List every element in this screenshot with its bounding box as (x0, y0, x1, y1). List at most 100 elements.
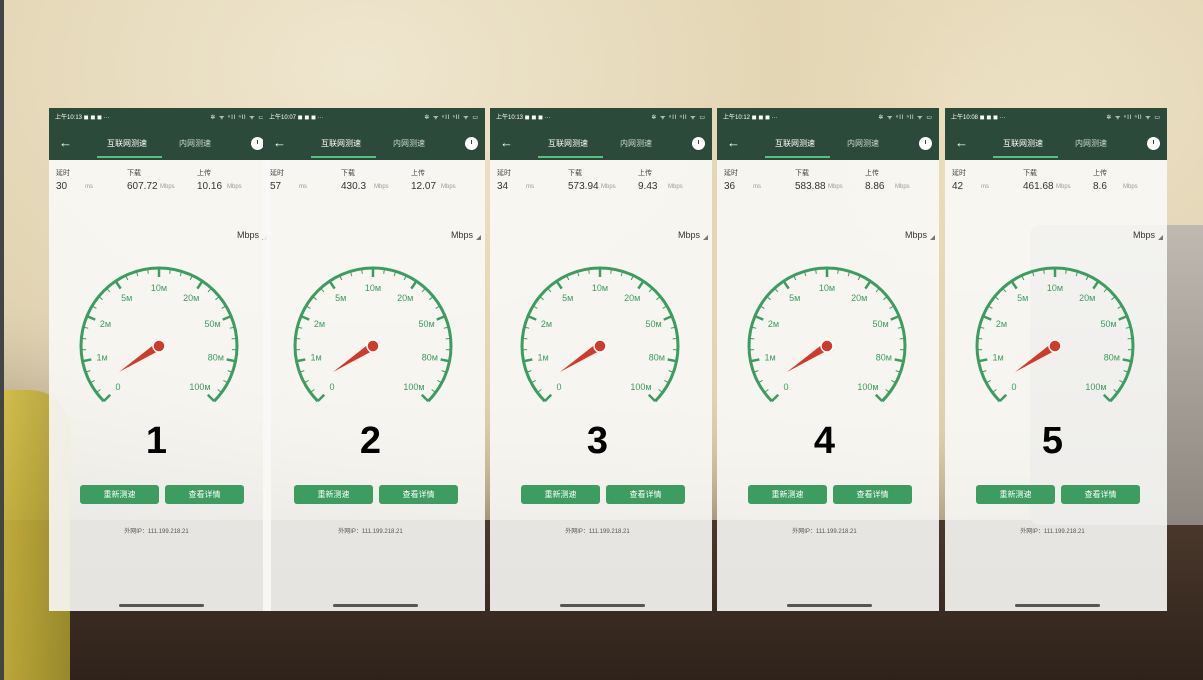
retest-button[interactable]: 重新测速 (294, 485, 373, 504)
upload-value: 9.43 (638, 181, 658, 192)
gauge-major-tick (982, 314, 992, 321)
upload-unit: Mbps (668, 184, 683, 190)
window-edge (0, 0, 4, 680)
unit-selector-dropdown[interactable]: Mbps (451, 230, 482, 240)
gauge-hub (366, 339, 380, 353)
gauge-minor-tick (421, 287, 426, 293)
upload-label: 上传 (197, 170, 211, 177)
download-label: 下载 (795, 170, 809, 177)
retest-button[interactable]: 重新测速 (521, 485, 600, 504)
speed-metrics: 延时 57 ms 下载 430.3 Mbps 上传 12.07 Mbps (263, 166, 478, 196)
back-arrow-icon[interactable]: ← (500, 135, 513, 151)
speed-metrics: 延时 36 ms 下载 583.88 Mbps 上传 8.86 Mbps (717, 166, 932, 196)
gauge-tick-label: 10м (819, 283, 835, 293)
tab-intranet-speed[interactable]: 内网测速 (847, 128, 879, 160)
gauge-major-tick (328, 280, 336, 290)
download-label: 下载 (127, 170, 141, 177)
retest-button[interactable]: 重新测速 (80, 485, 159, 504)
gauge-major-tick (226, 358, 236, 363)
unit-selector-dropdown[interactable]: Mbps (237, 230, 268, 240)
back-arrow-icon[interactable]: ← (955, 135, 968, 151)
gauge-tick-label: 20м (624, 293, 640, 303)
history-clock-icon[interactable] (919, 137, 932, 150)
gauge-major-tick (1118, 314, 1128, 321)
status-bar: 上午10:13 ◼ ◼ ◼ ··· ✲ ᯤ ⁿll ⁿll ᯤ ▭ (49, 108, 271, 128)
history-clock-icon[interactable] (692, 137, 705, 150)
gauge-major-tick (296, 358, 306, 363)
gauge-tick-label: 20м (1079, 293, 1095, 303)
gauge-major-tick (440, 358, 450, 363)
upload-label: 上传 (411, 170, 425, 177)
external-ip-text: 外网IP：111.199.218.21 (565, 529, 630, 535)
speed-metrics: 延时 42 ms 下载 461.68 Mbps 上传 8.6 Mbps (945, 166, 1160, 196)
gauge-minor-tick (648, 287, 653, 293)
retest-button[interactable]: 重新测速 (748, 485, 827, 504)
external-ip-text: 外网IP：111.199.218.21 (338, 529, 403, 535)
gauge-major-tick (754, 314, 764, 321)
gauge-hub (152, 339, 166, 353)
download-value: 461.68 (1023, 181, 1054, 192)
upload-unit: Mbps (895, 184, 910, 190)
gauge-major-tick (527, 314, 537, 321)
upload-value: 8.86 (865, 181, 885, 192)
gauge-major-tick (1092, 280, 1100, 290)
tab-intranet-speed[interactable]: 内网测速 (393, 128, 425, 160)
unit-selector-dropdown[interactable]: Mbps (678, 230, 709, 240)
unit-selector-dropdown[interactable]: Mbps (905, 230, 936, 240)
details-button[interactable]: 查看详情 (833, 485, 912, 504)
gauge-major-tick (86, 314, 96, 321)
upload-value: 12.07 (411, 181, 437, 192)
gauge-minor-tick (320, 287, 325, 293)
gauge-tick-label: 0 (783, 382, 788, 392)
download-label: 下载 (568, 170, 582, 177)
back-arrow-icon[interactable]: ← (273, 135, 286, 151)
gauge-major-tick (543, 393, 553, 403)
upload-value: 8.6 (1093, 181, 1107, 192)
download-label: 下载 (1023, 170, 1037, 177)
gauge-major-tick (647, 393, 657, 403)
gauge-hub (593, 339, 607, 353)
gauge-major-tick (82, 358, 92, 363)
status-icons: ✲ ᯤ ⁿll ⁿll ᯤ ▭ (878, 115, 933, 121)
gauge-major-tick (864, 280, 872, 290)
gauge-tick-label: 1м (311, 352, 322, 362)
speedtest-screenshot-2: 上午10:07 ◼ ◼ ◼ ··· ✲ ᯤ ⁿll ⁿll ᯤ ▭ ← 互联网测速 内网… (263, 108, 485, 611)
details-button[interactable]: 查看详情 (1061, 485, 1140, 504)
gauge-tick-label: 50м (204, 319, 220, 329)
gauge-major-tick (555, 280, 563, 290)
back-arrow-icon[interactable]: ← (59, 135, 72, 151)
upload-unit: Mbps (1123, 184, 1138, 190)
details-button[interactable]: 查看详情 (606, 485, 685, 504)
details-button[interactable]: 查看详情 (379, 485, 458, 504)
latency-label: 延时 (56, 170, 70, 177)
download-unit: Mbps (1056, 184, 1071, 190)
history-clock-icon[interactable] (1147, 137, 1160, 150)
tab-intranet-speed[interactable]: 内网测速 (179, 128, 211, 160)
latency-value: 34 (497, 181, 509, 192)
speed-gauge: 0 1м 2м 5м 10м 20м 50м 80м 100м (520, 266, 680, 403)
active-tab-indicator (993, 156, 1058, 158)
gauge-minor-tick (883, 296, 888, 301)
gauge-tick-label: 2м (100, 319, 111, 329)
download-unit: Mbps (374, 184, 389, 190)
status-time: 上午10:13 ◼ ◼ ◼ ··· (496, 115, 551, 121)
speedtest-screenshot-4: 上午10:12 ◼ ◼ ◼ ··· ✲ ᯤ ⁿll ⁿll ᯤ ▭ ← 互联网测速 内网… (717, 108, 939, 611)
history-clock-icon[interactable] (465, 137, 478, 150)
status-icons: ✲ ᯤ ⁿll ⁿll ᯤ ▭ (424, 115, 479, 121)
gauge-tick-label: 100м (189, 382, 210, 392)
tab-intranet-speed[interactable]: 内网测速 (620, 128, 652, 160)
download-value: 573.94 (568, 181, 599, 192)
gauge-major-tick (978, 358, 988, 363)
gauge-tick-label: 5м (562, 293, 573, 303)
details-button[interactable]: 查看详情 (165, 485, 244, 504)
speed-metrics: 延时 30 ms 下载 607.72 Mbps 上传 10.16 Mbps (49, 166, 264, 196)
status-icons: ✲ ᯤ ⁿll ⁿll ᯤ ▭ (210, 115, 265, 121)
gauge-tick-label: 1м (765, 352, 776, 362)
back-arrow-icon[interactable]: ← (727, 135, 740, 151)
gauge-minor-tick (1103, 287, 1108, 293)
tab-intranet-speed[interactable]: 内网测速 (1075, 128, 1107, 160)
gauge-tick-label: 20м (183, 293, 199, 303)
unit-selector-dropdown[interactable]: Mbps (1133, 230, 1164, 240)
gauge-minor-tick (547, 287, 552, 293)
retest-button[interactable]: 重新测速 (976, 485, 1055, 504)
